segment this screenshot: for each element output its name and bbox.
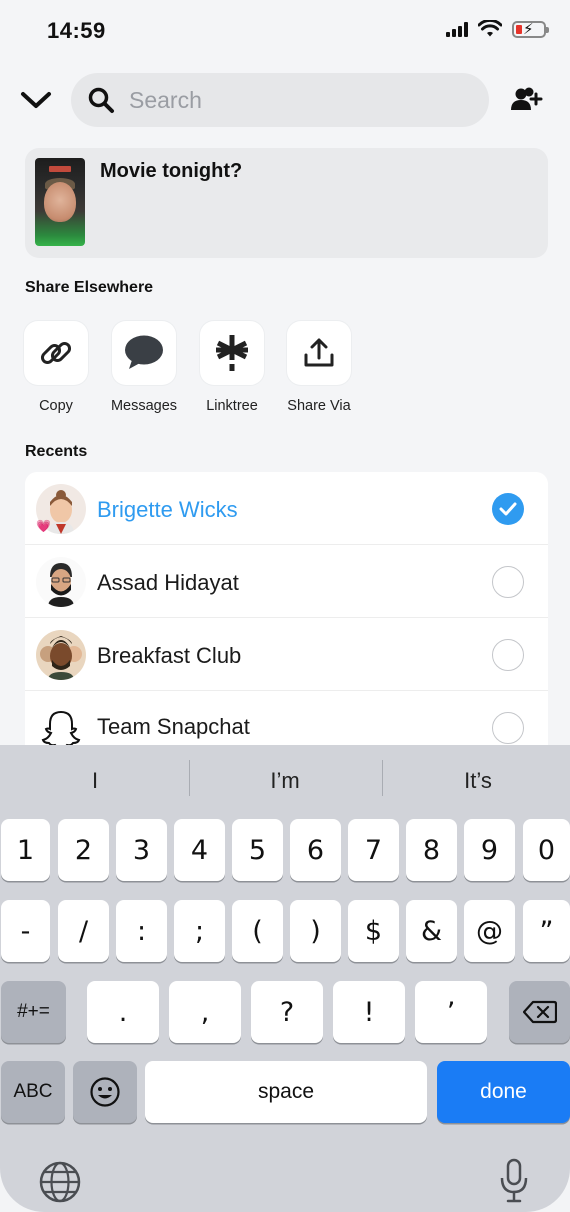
status-bar: 14:59 ⚡	[0, 0, 570, 62]
share-messages-button[interactable]	[112, 321, 176, 385]
linktree-icon	[216, 335, 248, 371]
recent-name: Breakfast Club	[97, 643, 242, 668]
share-via-label: Share Via	[287, 398, 351, 414]
battery-icon: ⚡	[512, 20, 549, 38]
key-apostrophe[interactable]: ’	[415, 981, 487, 1043]
recent-name: Assad Hidayat	[97, 570, 239, 595]
key-6[interactable]: 6	[290, 819, 341, 881]
delete-key[interactable]	[509, 981, 570, 1043]
symbols-toggle-key[interactable]: #+=	[1, 981, 66, 1043]
key-hyphen[interactable]: -	[1, 900, 50, 962]
chevron-down-icon	[21, 92, 51, 108]
select-radio[interactable]	[492, 639, 524, 671]
cellular-signal-icon	[446, 21, 468, 37]
add-friend-icon	[511, 87, 543, 110]
key-7[interactable]: 7	[348, 819, 399, 881]
share-copy-label: Copy	[39, 398, 73, 414]
share-copy-button[interactable]	[24, 321, 88, 385]
key-comma[interactable]: ,	[169, 981, 241, 1043]
emoji-icon	[90, 1077, 120, 1107]
search-icon	[88, 87, 114, 113]
key-4[interactable]: 4	[174, 819, 225, 881]
key-quote[interactable]: ”	[523, 900, 570, 962]
share-upload-icon	[304, 338, 334, 367]
add-friend-button[interactable]	[508, 82, 548, 118]
share-elsewhere-title: Share Elsewhere	[25, 279, 154, 296]
avatar	[36, 557, 86, 607]
status-icons: ⚡	[446, 20, 549, 38]
key-ampersand[interactable]: &	[406, 900, 457, 962]
emoji-key[interactable]	[73, 1061, 137, 1123]
select-radio[interactable]	[492, 566, 524, 598]
backspace-icon	[522, 1000, 557, 1024]
recent-name: Brigette Wicks	[97, 497, 238, 522]
selected-checkmark[interactable]	[492, 493, 524, 525]
key-open-paren[interactable]: (	[232, 900, 283, 962]
globe-icon[interactable]	[38, 1160, 82, 1204]
share-via-button[interactable]	[287, 321, 351, 385]
search-input[interactable]	[129, 86, 449, 114]
key-8[interactable]: 8	[406, 819, 457, 881]
recents-list: 💗 Brigette Wicks Assad Hidayat Breakfast…	[25, 472, 548, 762]
done-key[interactable]: done	[437, 1061, 570, 1123]
avatar	[36, 630, 86, 680]
suggestion-2[interactable]: I’m	[190, 768, 380, 794]
key-period[interactable]: .	[87, 981, 159, 1043]
recent-row[interactable]: 💗 Brigette Wicks	[25, 472, 548, 545]
key-slash[interactable]: /	[58, 900, 109, 962]
recent-name: Team Snapchat	[97, 714, 250, 739]
link-icon	[40, 341, 72, 365]
share-linktree-label: Linktree	[206, 398, 258, 414]
wifi-icon	[478, 20, 502, 37]
share-messages-label: Messages	[110, 398, 178, 414]
key-question[interactable]: ?	[251, 981, 323, 1043]
key-dollar[interactable]: $	[348, 900, 399, 962]
suggestion-3[interactable]: It’s	[383, 768, 570, 794]
key-1[interactable]: 1	[1, 819, 50, 881]
share-screen: 14:59 ⚡ Search Movie tonight? Share Else…	[0, 0, 570, 1212]
key-at[interactable]: @	[464, 900, 515, 962]
space-key[interactable]: space	[145, 1061, 427, 1123]
snap-thumbnail[interactable]	[35, 158, 85, 246]
key-colon[interactable]: :	[116, 900, 167, 962]
key-2[interactable]: 2	[58, 819, 109, 881]
recents-title: Recents	[25, 443, 88, 460]
key-close-paren[interactable]: )	[290, 900, 341, 962]
key-semicolon[interactable]: ;	[174, 900, 225, 962]
status-time: 14:59	[47, 18, 106, 43]
microphone-icon[interactable]	[498, 1158, 530, 1204]
select-radio[interactable]	[492, 712, 524, 744]
snap-caption: Movie tonight?	[100, 160, 243, 182]
key-exclamation[interactable]: !	[333, 981, 405, 1043]
keyboard	[0, 745, 570, 1212]
checkmark-icon	[499, 502, 517, 516]
key-5[interactable]: 5	[232, 819, 283, 881]
key-9[interactable]: 9	[464, 819, 515, 881]
suggestion-1[interactable]: I	[0, 768, 190, 794]
search-bar[interactable]	[71, 73, 489, 127]
share-linktree-button[interactable]	[200, 321, 264, 385]
heart-emoji-icon: 💗	[36, 519, 51, 533]
key-0[interactable]: 0	[523, 819, 570, 881]
recent-row[interactable]: Breakfast Club	[25, 618, 548, 691]
key-3[interactable]: 3	[116, 819, 167, 881]
recent-row[interactable]: Assad Hidayat	[25, 545, 548, 618]
speech-bubble-icon	[125, 335, 163, 369]
collapse-chevron-button[interactable]	[18, 82, 54, 118]
abc-key[interactable]: ABC	[1, 1061, 65, 1123]
